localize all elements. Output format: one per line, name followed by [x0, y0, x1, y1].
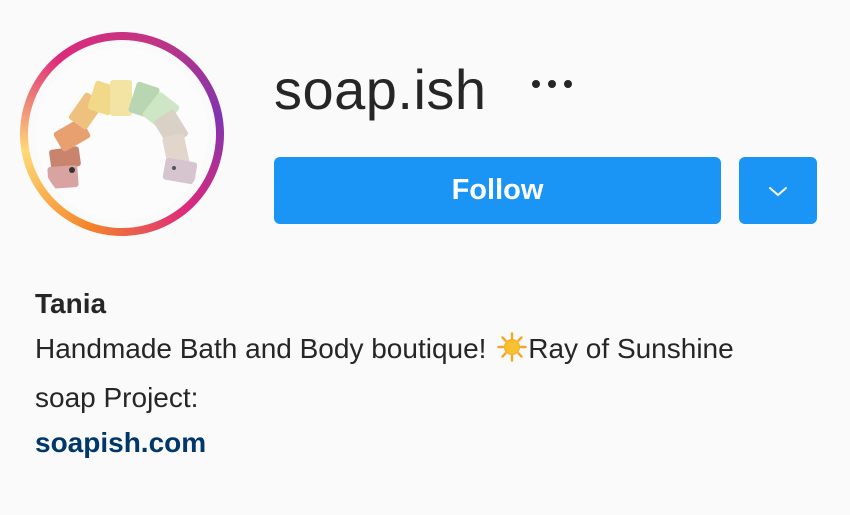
follow-button[interactable]: Follow — [274, 157, 721, 224]
profile-bio-text: Handmade Bath and Body boutique! Ray of … — [35, 326, 735, 420]
bio-text-part-1: Handmade Bath and Body boutique! — [35, 333, 495, 364]
profile-bio-section: Tania Handmade Bath and Body boutique! R… — [35, 282, 835, 465]
profile-display-name: Tania — [35, 288, 107, 319]
more-horizontal-icon — [532, 80, 540, 88]
profile-username: soap.ish — [274, 58, 487, 121]
profile-avatar-ring[interactable] — [20, 32, 224, 236]
profile-website-link[interactable]: soapish.com — [35, 420, 206, 465]
more-horizontal-icon-dot — [564, 80, 572, 88]
more-options-button[interactable] — [522, 66, 582, 102]
profile-avatar[interactable] — [36, 48, 208, 220]
chevron-down-icon — [769, 186, 787, 196]
suggested-accounts-dropdown-button[interactable] — [739, 157, 817, 224]
soap-bars-image — [36, 48, 208, 220]
avatar-gap — [28, 40, 216, 228]
sun-emoji-icon — [497, 330, 527, 375]
more-horizontal-icon-dot — [548, 80, 556, 88]
